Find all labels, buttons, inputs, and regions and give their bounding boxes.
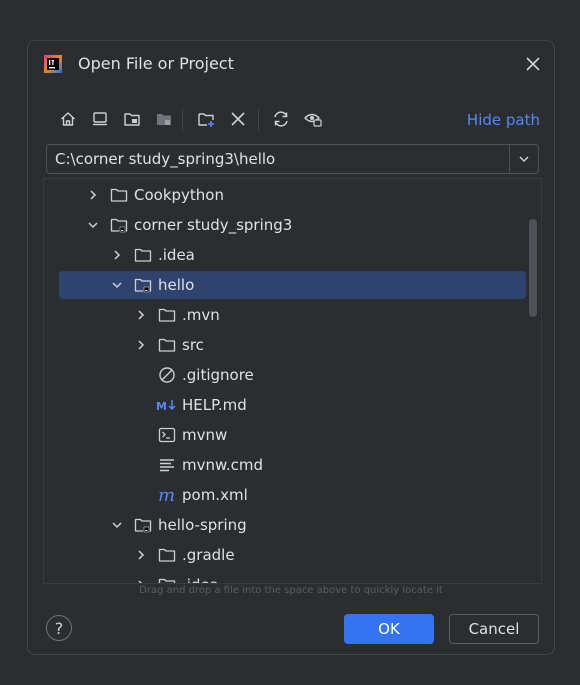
tree-item-gitignore[interactable]: .gitignore bbox=[44, 360, 541, 390]
folder-icon bbox=[158, 548, 176, 562]
shell-script-icon bbox=[158, 427, 176, 443]
path-history-dropdown[interactable] bbox=[509, 145, 538, 173]
toolbar-separator bbox=[182, 109, 183, 131]
home-icon bbox=[61, 112, 75, 126]
text-file-icon bbox=[160, 459, 174, 472]
chevron-down-icon[interactable] bbox=[110, 278, 124, 292]
intellij-logo-icon bbox=[44, 55, 62, 73]
selection-highlight bbox=[59, 271, 526, 299]
chevron-right-icon[interactable] bbox=[134, 338, 148, 352]
tree-item-label: corner study_spring3 bbox=[134, 216, 293, 234]
show-hidden-icon bbox=[304, 113, 322, 127]
tree-item-idea-2[interactable]: .idea bbox=[44, 570, 541, 584]
chevron-down-icon[interactable] bbox=[110, 518, 124, 532]
file-tree: Cookpython corner study_spring3 .idea he… bbox=[43, 178, 542, 584]
open-file-dialog: Open File or Project Hide path C:\corner… bbox=[27, 40, 555, 655]
svg-text:M: M bbox=[156, 400, 167, 413]
delete-icon bbox=[231, 112, 245, 126]
chevron-down-icon[interactable] bbox=[86, 218, 100, 232]
folder-icon bbox=[158, 578, 176, 583]
tree-item-label: Cookpython bbox=[134, 186, 224, 204]
path-field bbox=[46, 144, 539, 174]
help-button[interactable]: ? bbox=[46, 615, 72, 641]
show-hidden-button[interactable] bbox=[301, 107, 325, 131]
tree-item-gradle[interactable]: .gradle bbox=[44, 540, 541, 570]
ignore-file-icon bbox=[159, 367, 175, 383]
tree-item-idea[interactable]: .idea bbox=[44, 240, 541, 270]
markdown-icon: M bbox=[156, 400, 176, 413]
tree-item-label: pom.xml bbox=[182, 486, 248, 504]
tree-item-pom-xml[interactable]: m pom.xml bbox=[44, 480, 541, 510]
tree-item-cookpython[interactable]: Cookpython bbox=[44, 180, 541, 210]
tree-item-mvn[interactable]: .mvn bbox=[44, 300, 541, 330]
tree-item-label: .idea bbox=[182, 576, 219, 583]
toolbar-separator bbox=[258, 109, 259, 131]
tree-item-label: .mvn bbox=[182, 306, 220, 324]
tree-item-label: .idea bbox=[158, 246, 195, 264]
tree-scrollbar[interactable] bbox=[529, 219, 537, 317]
desktop-icon bbox=[93, 112, 107, 126]
svg-text:m: m bbox=[158, 486, 175, 504]
tree-item-hello-spring[interactable]: hello-spring bbox=[44, 510, 541, 540]
cancel-button[interactable]: Cancel bbox=[449, 614, 539, 644]
module-folder-icon bbox=[157, 114, 171, 125]
path-input[interactable] bbox=[47, 145, 509, 173]
tree-item-label: HELP.md bbox=[182, 396, 247, 414]
new-folder-button[interactable] bbox=[194, 107, 218, 131]
tree-item-label: .gitignore bbox=[182, 366, 254, 384]
drag-drop-hint: Drag and drop a file into the space abov… bbox=[139, 585, 443, 596]
module-directory-button[interactable] bbox=[152, 107, 176, 131]
tree-item-label: mvnw.cmd bbox=[182, 456, 264, 474]
desktop-button[interactable] bbox=[88, 107, 112, 131]
tree-item-src[interactable]: src bbox=[44, 330, 541, 360]
new-folder-icon bbox=[198, 113, 214, 127]
refresh-icon bbox=[274, 111, 288, 127]
folder-icon bbox=[134, 248, 152, 262]
tree-item-mvnw-cmd[interactable]: mvnw.cmd bbox=[44, 450, 541, 480]
refresh-button[interactable] bbox=[269, 107, 293, 131]
folder-icon bbox=[110, 188, 128, 202]
tree-item-label: hello-spring bbox=[158, 516, 247, 534]
project-directory-button[interactable] bbox=[120, 107, 144, 131]
tree-item-label: mvnw bbox=[182, 426, 228, 444]
tree-item-label: .gradle bbox=[182, 546, 235, 564]
close-icon[interactable] bbox=[524, 55, 542, 73]
chevron-right-icon[interactable] bbox=[110, 248, 124, 262]
maven-icon: m bbox=[158, 486, 175, 504]
ok-button[interactable]: OK bbox=[344, 614, 434, 644]
project-folder-icon bbox=[124, 113, 140, 126]
tree-item-label: hello bbox=[158, 276, 195, 294]
tree-item-help-md[interactable]: M HELP.md bbox=[44, 390, 541, 420]
tree-item-label: src bbox=[182, 336, 204, 354]
chevron-down-icon bbox=[519, 156, 529, 163]
title-bar: Open File or Project bbox=[28, 41, 554, 87]
project-folder-icon bbox=[110, 218, 128, 233]
tree-item-corner-study-spring3[interactable]: corner study_spring3 bbox=[44, 210, 541, 240]
home-button[interactable] bbox=[56, 107, 80, 131]
folder-icon bbox=[158, 338, 176, 352]
folder-icon bbox=[158, 308, 176, 322]
tree-item-mvnw[interactable]: mvnw bbox=[44, 420, 541, 450]
delete-button[interactable] bbox=[226, 107, 250, 131]
project-folder-icon bbox=[134, 518, 152, 533]
chevron-right-icon[interactable] bbox=[86, 188, 100, 202]
chevron-right-icon[interactable] bbox=[134, 578, 148, 584]
tree-item-hello[interactable]: hello bbox=[44, 270, 541, 300]
chevron-right-icon[interactable] bbox=[134, 548, 148, 562]
hide-path-link[interactable]: Hide path bbox=[467, 111, 540, 129]
chevron-right-icon[interactable] bbox=[134, 308, 148, 322]
dialog-title: Open File or Project bbox=[78, 54, 234, 73]
project-folder-icon bbox=[134, 278, 152, 293]
